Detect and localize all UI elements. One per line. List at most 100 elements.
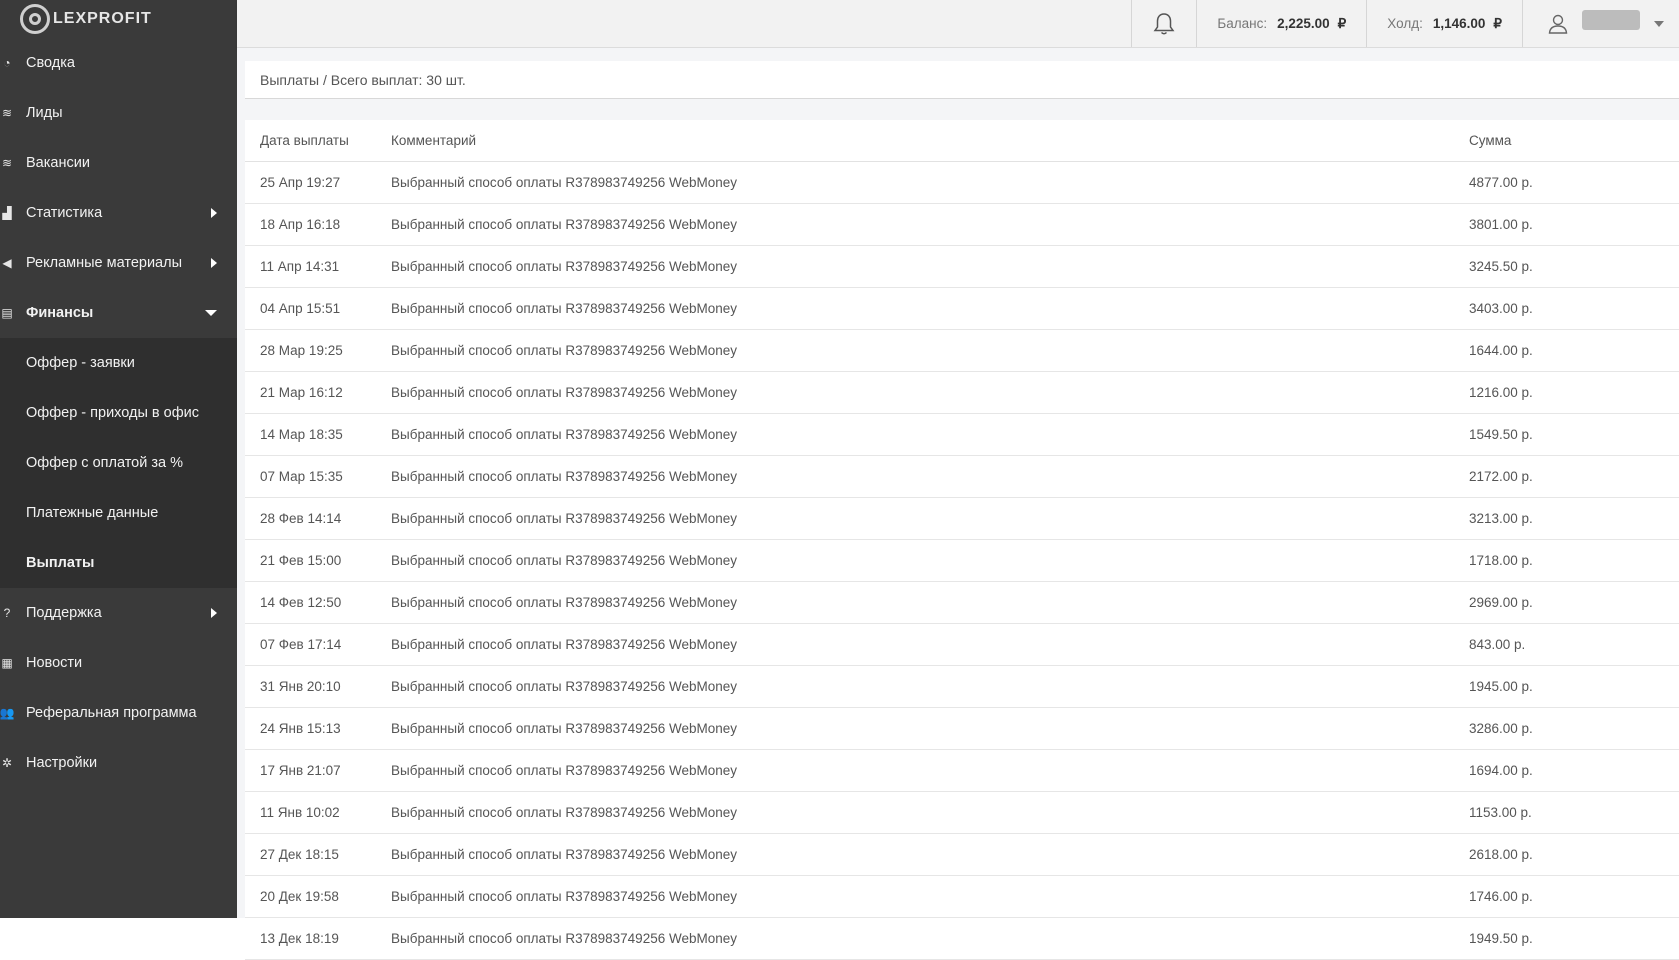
hold-value: 1,146.00 (1432, 16, 1486, 31)
cell-amount: 2618.00 р. (1468, 833, 1679, 876)
user-icon (1548, 14, 1568, 34)
cell-comment: Выбранный способ оплаты R378983749256 We… (390, 875, 1468, 918)
top-header: Баланс: 2,225.00 ₽ Холд: 1,146.00 ₽ (237, 0, 1679, 48)
sidebar: LEXPROFIT ◔ Сводка ≋ Лиды ≋ Вакансии ▟ Статисти… (0, 0, 237, 918)
table-row: 21 Фев 15:00 Выбранный способ оплаты R378… (245, 539, 1679, 582)
sidebar-item[interactable]: ≋ Лиды (0, 88, 237, 138)
cell-date: 04 Апр 15:51 (245, 287, 390, 330)
sidebar-item-label: Настройки (26, 755, 98, 771)
cell-amount: 1153.00 р. (1468, 791, 1679, 834)
cell-comment: Выбранный способ оплаты R378983749256 We… (390, 749, 1468, 792)
cell-amount: 1549.50 р. (1468, 413, 1679, 456)
sidebar-item[interactable]: ▟ Статистика (0, 188, 237, 238)
table-row: 11 Янв 10:02 Выбранный способ оплаты R378… (245, 791, 1679, 834)
cell-comment: Выбранный способ оплаты R378983749256 We… (390, 455, 1468, 498)
gear-icon: ✲ (1, 756, 13, 770)
cell-date: 11 Апр 14:31 (245, 245, 390, 288)
chevron-down-icon (1654, 20, 1664, 27)
cell-comment: Выбранный способ оплаты R378983749256 We… (390, 203, 1468, 246)
sidebar-item[interactable]: ? Поддержка (0, 588, 237, 638)
hold-currency: ₽ (1493, 15, 1502, 31)
sidebar-item[interactable]: Оффер - приходы в офис (0, 388, 237, 438)
sidebar-item-label: Лиды (26, 105, 63, 121)
sidebar-item[interactable]: Оффер с оплатой за % (0, 438, 237, 488)
balance-value: 2,225.00 (1277, 16, 1330, 31)
caret-right-icon (211, 208, 217, 218)
cell-date: 25 Апр 19:27 (245, 161, 390, 204)
table-row: 21 Мар 16:12 Выбранный способ оплаты R378… (245, 371, 1679, 414)
cell-comment: Выбранный способ оплаты R378983749256 We… (390, 665, 1468, 708)
table-row: 20 Дек 19:58 Выбранный способ оплаты R378… (245, 875, 1679, 918)
balance-currency: ₽ (1337, 15, 1347, 31)
bullhorn-icon: ◀ (2, 256, 12, 270)
cell-amount: 3801.00 р. (1468, 203, 1679, 246)
payouts-table: Дата выплаты Комментарий Сумма 25 Апр 19… (245, 120, 1679, 960)
cell-amount: 1718.00 р. (1468, 539, 1679, 582)
table-row: 07 Мар 15:35 Выбранный способ оплаты R378… (245, 455, 1679, 498)
sidebar-item[interactable]: ◔ Сводка (0, 38, 237, 88)
sidebar-item[interactable]: Платежные данные (0, 488, 237, 538)
sidebar-item[interactable]: ▤ Финансы (0, 288, 237, 338)
table-row: 28 Фев 14:14 Выбранный способ оплаты R378… (245, 497, 1679, 540)
logo[interactable]: LEXPROFIT (0, 0, 237, 38)
cell-amount: 3286.00 р. (1468, 707, 1679, 750)
cell-date: 13 Дек 18:19 (245, 917, 390, 960)
column-header-comment[interactable]: Комментарий (390, 120, 1468, 162)
table-row: 07 Фев 17:14 Выбранный способ оплаты R378… (245, 623, 1679, 666)
table-row: 25 Апр 19:27 Выбранный способ оплаты R378… (245, 161, 1679, 204)
table-row: 17 Янв 21:07 Выбранный способ оплаты R378… (245, 749, 1679, 792)
table-row: 14 Мар 18:35 Выбранный способ оплаты R378… (245, 413, 1679, 456)
cell-amount: 1945.00 р. (1468, 665, 1679, 708)
sidebar-item-label: Оффер - заявки (26, 355, 135, 371)
newspaper-icon: ▦ (1, 656, 13, 670)
cell-date: 07 Мар 15:35 (245, 455, 390, 498)
table-row: 27 Дек 18:15 Выбранный способ оплаты R378… (245, 833, 1679, 876)
cell-comment: Выбранный способ оплаты R378983749256 We… (390, 539, 1468, 582)
cell-date: 24 Янв 15:13 (245, 707, 390, 750)
logo-text: LEXPROFIT (53, 10, 152, 27)
user-menu[interactable] (1522, 0, 1679, 47)
table-header-row: Дата выплаты Комментарий Сумма (245, 120, 1679, 162)
sidebar-item[interactable]: ▦ Новости (0, 638, 237, 688)
caret-right-icon (211, 608, 217, 618)
cell-comment: Выбранный способ оплаты R378983749256 We… (390, 791, 1468, 834)
sidebar-item-label: Выплаты (26, 555, 95, 571)
cell-date: 28 Мар 19:25 (245, 329, 390, 372)
table-row: 31 Янв 20:10 Выбранный способ оплаты R378… (245, 665, 1679, 708)
cell-comment: Выбранный способ оплаты R378983749256 We… (390, 707, 1468, 750)
layers-icon: ≋ (1, 156, 13, 170)
cell-date: 21 Мар 16:12 (245, 371, 390, 414)
cell-date: 31 Янв 20:10 (245, 665, 390, 708)
sidebar-item[interactable]: 👥 Реферальная программа (0, 688, 237, 738)
table-row: 04 Апр 15:51 Выбранный способ оплаты R378… (245, 287, 1679, 330)
sidebar-item-label: Оффер с оплатой за % (26, 455, 184, 471)
cell-date: 11 Янв 10:02 (245, 791, 390, 834)
notifications-button[interactable] (1131, 0, 1196, 47)
cell-comment: Выбранный способ оплаты R378983749256 We… (390, 623, 1468, 666)
bell-icon (1153, 12, 1175, 34)
cell-date: 18 Апр 16:18 (245, 203, 390, 246)
table-row: 13 Дек 18:19 Выбранный способ оплаты R378… (245, 917, 1679, 960)
sidebar-item-label: Рекламные материалы (26, 255, 182, 271)
sidebar-item[interactable]: Оффер - заявки (0, 338, 237, 388)
sidebar-item[interactable]: ≋ Вакансии (0, 138, 237, 188)
layers-icon: ≋ (1, 106, 13, 120)
payouts-table-container: Дата выплаты Комментарий Сумма 25 Апр 19… (245, 120, 1679, 960)
cell-date: 14 Мар 18:35 (245, 413, 390, 456)
sidebar-item-label: Вакансии (26, 155, 90, 171)
logo-icon (20, 4, 50, 34)
cell-comment: Выбранный способ оплаты R378983749256 We… (390, 833, 1468, 876)
column-header-amount[interactable]: Сумма (1468, 120, 1679, 162)
username-redacted (1582, 9, 1640, 30)
cell-comment: Выбранный способ оплаты R378983749256 We… (390, 581, 1468, 624)
cell-date: 21 Фев 15:00 (245, 539, 390, 582)
hold-block: Холд: 1,146.00 ₽ (1366, 0, 1522, 47)
sidebar-nav: ◔ Сводка ≋ Лиды ≋ Вакансии ▟ Статистика ◀ Рекламн… (0, 38, 237, 338)
cell-date: 27 Дек 18:15 (245, 833, 390, 876)
cell-amount: 3213.00 р. (1468, 497, 1679, 540)
balance-label: Баланс: (1217, 16, 1268, 31)
column-header-date[interactable]: Дата выплаты (245, 120, 390, 162)
sidebar-item[interactable]: ✲ Настройки (0, 738, 237, 788)
sidebar-item[interactable]: Выплаты (0, 538, 237, 588)
sidebar-item[interactable]: ◀ Рекламные материалы (0, 238, 237, 288)
